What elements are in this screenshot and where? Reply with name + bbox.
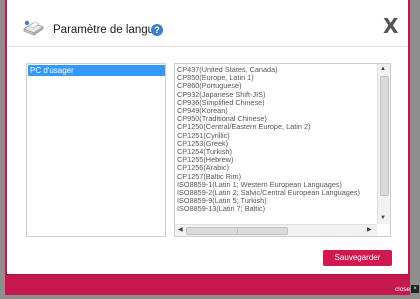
scroll-up-arrow-icon[interactable]: ▲ bbox=[380, 66, 386, 72]
vertical-scrollbar[interactable]: ▲ ▼ bbox=[377, 64, 390, 224]
help-icon[interactable]: ? bbox=[151, 24, 163, 36]
list-item[interactable]: CP949(Korean) bbox=[177, 107, 377, 115]
list-item-pc-usager[interactable]: PC d'usager bbox=[28, 65, 165, 76]
list-item[interactable]: ISO8859-9(Latin 5; Turkish) bbox=[177, 197, 377, 205]
scroll-right-arrow-icon[interactable]: ▶ bbox=[367, 226, 372, 233]
encoding-list[interactable]: CP437(United States, Canada) CP850(Europe… bbox=[174, 63, 391, 237]
encoding-items: CP437(United States, Canada) CP850(Europe… bbox=[177, 66, 377, 214]
scroll-down-arrow-icon[interactable]: ▼ bbox=[380, 215, 386, 221]
close-small-icon[interactable]: × bbox=[411, 285, 419, 293]
close-icon[interactable]: X bbox=[383, 14, 398, 38]
dialog-title: Paramètre de langue bbox=[53, 24, 161, 36]
list-item[interactable]: CP936(Simplified Chinese) bbox=[177, 99, 377, 107]
list-item[interactable]: CP850(Europe, Latin 1) bbox=[177, 74, 377, 82]
list-item[interactable]: CP1254(Turkish) bbox=[177, 148, 377, 156]
list-item[interactable]: CP860(Portuguese) bbox=[177, 82, 377, 90]
list-item[interactable]: CP1251(Cyrillic) bbox=[177, 132, 377, 140]
list-item[interactable]: CP1255(Hebrew) bbox=[177, 156, 377, 164]
list-item[interactable]: CP1256(Arabic) bbox=[177, 164, 377, 172]
vertical-scroll-thumb[interactable] bbox=[380, 76, 389, 196]
list-item[interactable]: ISO8859-1(Latin 1; Western European Lang… bbox=[177, 181, 377, 189]
dialog-header: Paramètre de langue ? X bbox=[7, 0, 408, 47]
list-item[interactable]: CP932(Japanese Shift-JIS) bbox=[177, 91, 377, 99]
list-item[interactable]: CP437(United States, Canada) bbox=[177, 66, 377, 74]
save-button[interactable]: Sauvegarder bbox=[323, 250, 392, 266]
horizontal-scroll-thumb[interactable]: ⦙ bbox=[186, 227, 288, 235]
printer-settings-icon bbox=[23, 20, 44, 36]
list-item[interactable]: CP1253(Greek) bbox=[177, 140, 377, 148]
list-item[interactable]: ISO8859-13(Latin 7; Baltic) bbox=[177, 205, 377, 213]
list-item[interactable]: CP1257(Baltic Rim) bbox=[177, 173, 377, 181]
scroll-left-arrow-icon[interactable]: ◀ bbox=[178, 226, 183, 233]
language-settings-dialog: Paramètre de langue ? X PC d'usager CP43… bbox=[7, 0, 408, 275]
list-item[interactable]: CP1250(Central/Eastern Europe, Latin 2) bbox=[177, 123, 377, 131]
close-label[interactable]: close bbox=[395, 286, 410, 293]
scroll-grip-icon: ⦙ bbox=[237, 229, 239, 235]
user-pc-list[interactable]: PC d'usager bbox=[26, 63, 166, 237]
list-item[interactable]: ISO8859-2(Latin 2; Salvic/Central Europe… bbox=[177, 189, 377, 197]
horizontal-scrollbar[interactable]: ◀ ⦙ ▶ bbox=[175, 224, 377, 236]
list-item[interactable]: CP950(Traditional Chinese) bbox=[177, 115, 377, 123]
